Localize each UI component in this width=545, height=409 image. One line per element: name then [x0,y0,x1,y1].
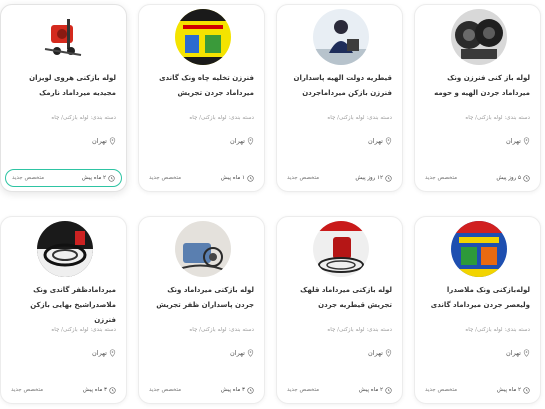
card-category: دسته بندی: لوله بازکنی/ چاه [51,115,116,121]
clock-icon [247,174,254,182]
service-card[interactable]: لوله باز کنی فنرزن ونک میرداماد جردن اله… [414,4,541,192]
time-text: ۱۲ روز پیش [355,175,383,181]
location-pin-icon [109,349,116,357]
new-expert-badge: متخصص جدید [149,175,182,181]
location-pin-icon [523,137,530,145]
clock-icon [108,174,115,182]
card-title: لوله بازکنی میرداماد قلهک تجریش قیطریه ج… [300,286,392,309]
card-title: لوله باز کنی فنرزن ونک میرداماد جردن اله… [434,74,530,97]
clock-icon [523,386,530,394]
clock-icon [385,386,392,394]
service-card[interactable]: لوله‌بازکنی ونک ملاصدرا ولیعصر جردن میرد… [414,216,541,404]
card-title: فنرزن تخلیه چاه ونک گاندی میرداماد جردن … [159,74,254,97]
card-location: تهران [92,349,116,357]
card-thumbnail [313,221,369,277]
card-footer: ۲ ماه پیش متخصص جدید [5,169,122,187]
card-thumbnail [37,9,93,65]
location-pin-icon [385,349,392,357]
card-title: قیطریه دولت الهیه پاسداران فنرزن بازکن م… [293,74,392,97]
location-pin-icon [247,349,254,357]
card-thumbnail [37,221,93,277]
location-pin-icon [385,137,392,145]
service-card[interactable]: لوله بازکنی میرداماد ونک جردن پاسداران ظ… [138,216,265,404]
clock-icon [385,174,392,182]
location-text: تهران [506,349,521,357]
location-text: تهران [368,349,383,357]
card-thumbnail [313,9,369,65]
card-location: تهران [230,137,254,145]
service-card[interactable]: لوله بازکنی میرداماد قلهک تجریش قیطریه ج… [276,216,403,404]
location-text: تهران [230,137,245,145]
card-footer: ۱۲ روز پیش متخصص جدید [281,169,398,187]
card-title: لوله بازکنی میرداماد ونک جردن پاسداران ظ… [156,286,254,309]
new-expert-badge: متخصص جدید [12,175,45,181]
new-expert-badge: متخصص جدید [149,387,182,393]
time-text: ۳ ماه پیش [220,387,245,393]
card-title: میردامادظفر گاندی ونک ملاصدراشیخ بهایی ب… [30,286,116,324]
card-category: دسته بندی: لوله بازکنی/ چاه [189,115,254,121]
card-time: ۲ ماه پیش [496,386,530,394]
location-pin-icon [109,137,116,145]
card-thumbnail [451,221,507,277]
location-text: تهران [368,137,383,145]
card-footer: ۳ ماه پیش متخصص جدید [5,381,122,399]
card-category: دسته بندی: لوله بازکنی/ چاه [189,327,254,333]
service-card[interactable]: قیطریه دولت الهیه پاسداران فنرزن بازکن م… [276,4,403,192]
card-title: لوله‌بازکنی ونک ملاصدرا ولیعصر جردن میرد… [430,286,530,309]
new-expert-badge: متخصص جدید [11,387,44,393]
location-pin-icon [523,349,530,357]
clock-icon [247,386,254,394]
time-text: ۲ ماه پیش [358,387,383,393]
card-thumbnail [175,9,231,65]
card-time: ۱ ماه پیش [220,174,254,182]
card-location: تهران [506,349,530,357]
card-time: ۳ ماه پیش [82,386,116,394]
card-footer: ۱ ماه پیش متخصص جدید [143,169,260,187]
card-location: تهران [92,137,116,145]
time-text: ۲ ماه پیش [81,175,106,181]
service-card[interactable]: فنرزن تخلیه چاه ونک گاندی میرداماد جردن … [138,4,265,192]
card-category: دسته بندی: لوله بازکنی/ چاه [327,115,392,121]
time-text: ۱ ماه پیش [220,175,245,181]
location-text: تهران [92,349,107,357]
card-category: دسته بندی: لوله بازکنی/ چاه [327,327,392,333]
card-location: تهران [506,137,530,145]
new-expert-badge: متخصص جدید [425,175,458,181]
clock-icon [523,174,530,182]
service-card[interactable]: لوله بازکنی هروی لویزان مجیدیه میرداماد … [0,4,127,192]
time-text: ۵ روز پیش [496,175,521,181]
new-expert-badge: متخصص جدید [287,387,320,393]
location-text: تهران [506,137,521,145]
clock-icon [109,386,116,394]
card-location: تهران [368,349,392,357]
card-title: لوله بازکنی هروی لویزان مجیدیه میرداماد … [29,74,116,97]
service-card[interactable]: میردامادظفر گاندی ونک ملاصدراشیخ بهایی ب… [0,216,127,404]
card-time: ۲ ماه پیش [358,386,392,394]
card-thumbnail [175,221,231,277]
card-location: تهران [230,349,254,357]
card-location: تهران [368,137,392,145]
card-footer: ۵ روز پیش متخصص جدید [419,169,536,187]
location-text: تهران [92,137,107,145]
card-time: ۲ ماه پیش [81,174,115,182]
card-category: دسته بندی: لوله بازکنی/ چاه [465,115,530,121]
new-expert-badge: متخصص جدید [287,175,320,181]
card-time: ۵ روز پیش [496,174,530,182]
time-text: ۲ ماه پیش [496,387,521,393]
card-time: ۳ ماه پیش [220,386,254,394]
card-footer: ۳ ماه پیش متخصص جدید [143,381,260,399]
card-footer: ۲ ماه پیش متخصص جدید [419,381,536,399]
location-text: تهران [230,349,245,357]
card-thumbnail [451,9,507,65]
card-footer: ۲ ماه پیش متخصص جدید [281,381,398,399]
card-time: ۱۲ روز پیش [355,174,392,182]
card-category: دسته بندی: لوله بازکنی/ چاه [51,327,116,333]
time-text: ۳ ماه پیش [82,387,107,393]
card-category: دسته بندی: لوله بازکنی/ چاه [465,327,530,333]
new-expert-badge: متخصص جدید [425,387,458,393]
location-pin-icon [247,137,254,145]
